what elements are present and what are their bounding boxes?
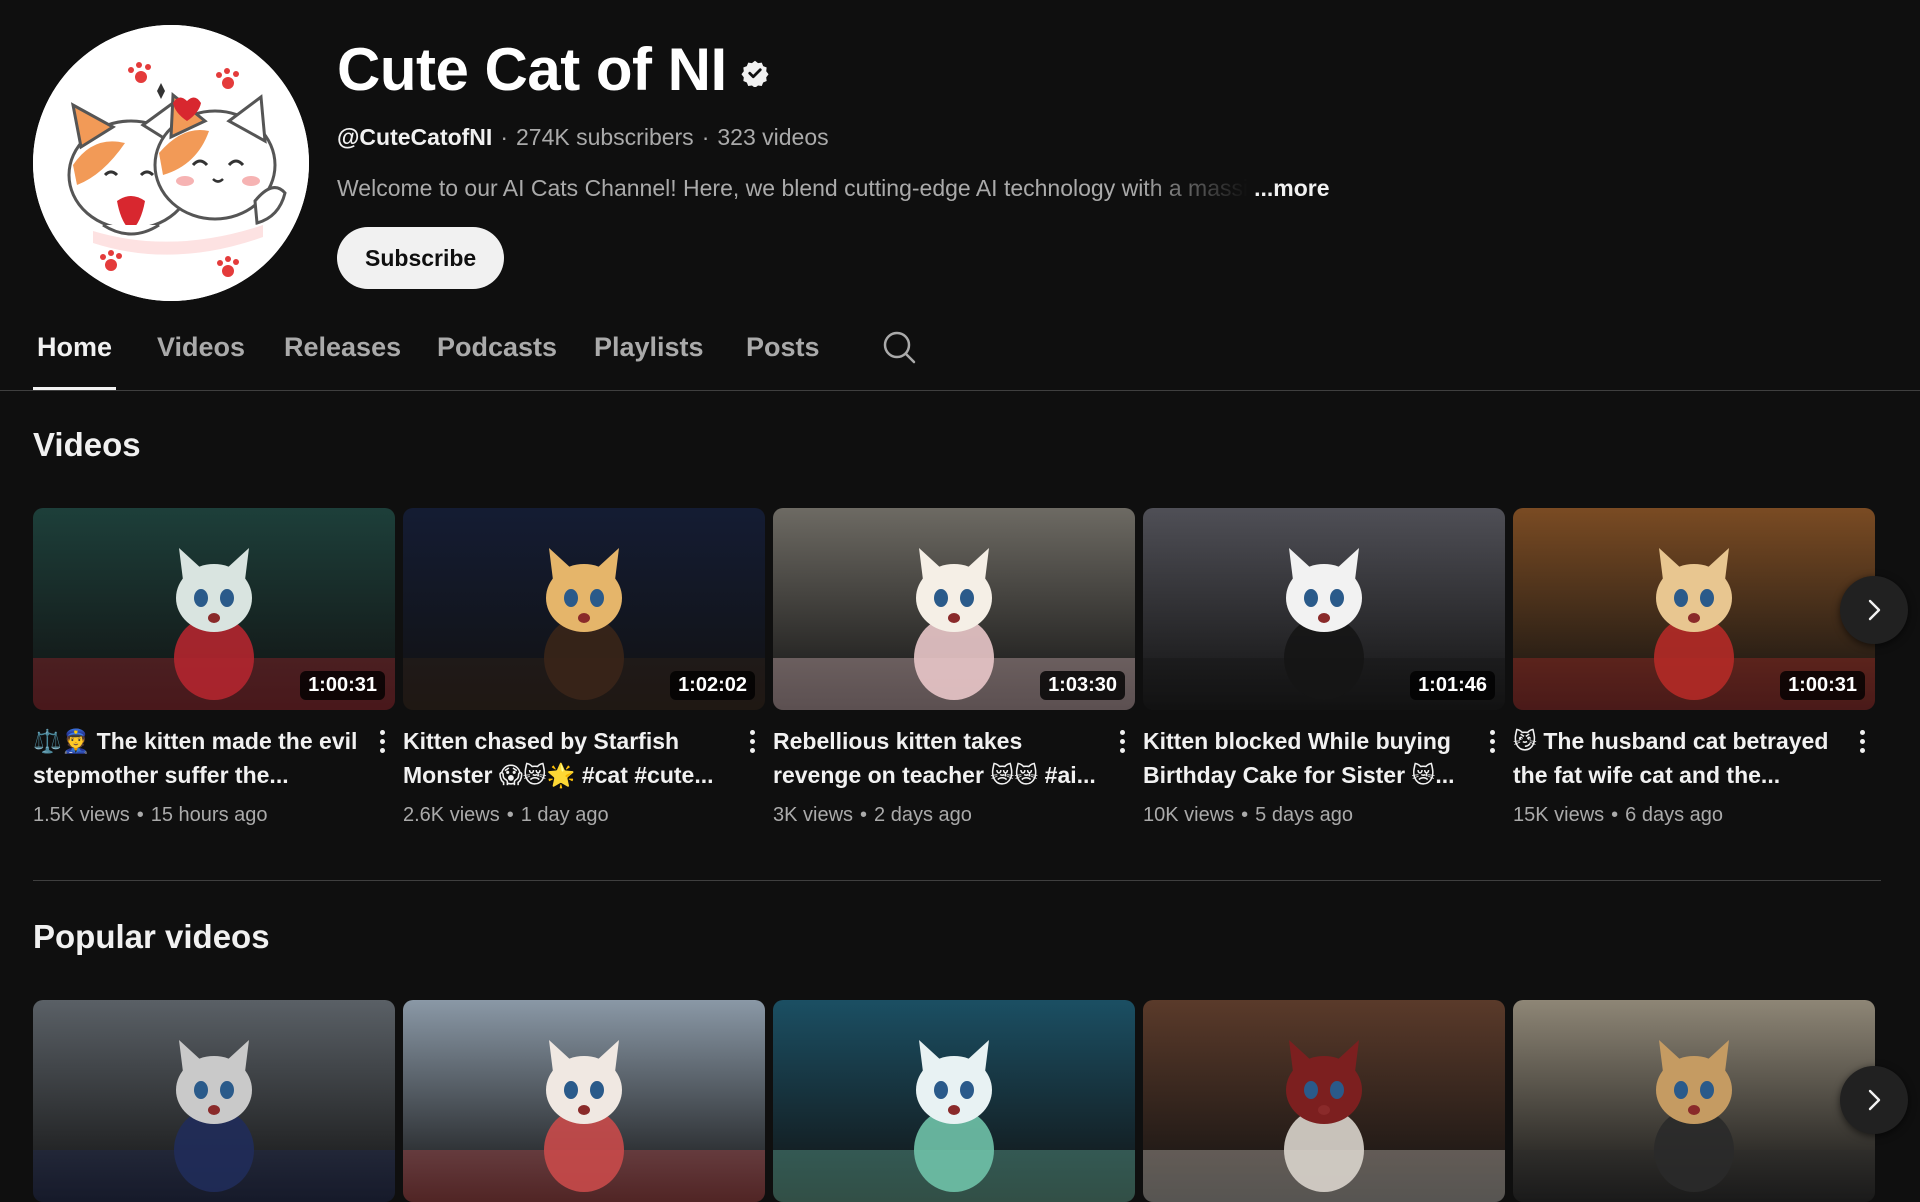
video-card[interactable]: 1:03:30 Rebellious kitten takes revenge … [773, 508, 1135, 832]
channel-avatar[interactable] [33, 25, 309, 301]
description-text: Welcome to our AI Cats Channel! Here, we… [337, 174, 1249, 201]
tab-posts[interactable]: Posts [746, 332, 820, 390]
thumbnail-image [1143, 1000, 1505, 1202]
video-thumbnail[interactable]: 1:01:46 [1143, 508, 1505, 710]
video-details: Rebellious kitten takes revenge on teach… [773, 724, 1135, 832]
meta-dot: • [860, 804, 868, 826]
video-thumbnail[interactable] [33, 1000, 395, 1202]
meta-dot: • [1241, 804, 1249, 826]
shelf-next-button[interactable] [1840, 1066, 1908, 1134]
more-link[interactable]: ...more [1254, 175, 1329, 202]
video-details: Kitten blocked While buying Birthday Cak… [1143, 724, 1505, 832]
video-details: 😼 The husband cat betrayed the fat wife … [1513, 724, 1875, 832]
view-count: 15K views [1513, 804, 1605, 826]
video-duration: 1:00:31 [300, 671, 385, 700]
video-title[interactable]: Rebellious kitten takes revenge on teach… [773, 724, 1099, 792]
video-details: Kitten chased by Starfish Monster 😱😿🌟 #c… [403, 724, 765, 832]
video-title[interactable]: Kitten blocked While buying Birthday Cak… [1143, 724, 1469, 792]
chevron-right-icon [1868, 599, 1881, 621]
upload-age: 5 days ago [1255, 804, 1354, 826]
popular-section-title[interactable]: Popular videos [33, 918, 270, 956]
more-actions-icon[interactable] [369, 724, 395, 758]
thumbnail-image [403, 1000, 765, 1202]
more-actions-icon[interactable] [739, 724, 765, 758]
search-icon[interactable] [881, 329, 917, 365]
chevron-right-icon [1868, 1089, 1881, 1111]
subscribe-button[interactable]: Subscribe [337, 227, 505, 289]
video-card[interactable] [773, 1000, 1135, 1202]
thumbnail-image [1513, 1000, 1875, 1202]
video-thumbnail[interactable]: 1:00:31 [33, 508, 395, 710]
video-title[interactable]: Kitten chased by Starfish Monster 😱😿🌟 #c… [403, 724, 729, 792]
channel-description[interactable]: Welcome to our AI Cats Channel! Here, we… [337, 171, 1837, 205]
videos-section-title[interactable]: Videos [33, 426, 141, 464]
more-actions-icon[interactable] [1849, 724, 1875, 758]
video-card[interactable] [33, 1000, 395, 1202]
video-card[interactable] [1513, 1000, 1875, 1202]
video-duration: 1:00:31 [1780, 671, 1865, 700]
section-divider [33, 880, 1881, 881]
view-count: 10K views [1143, 804, 1235, 826]
meta-dot: • [136, 804, 144, 826]
thumbnail-image [33, 1000, 395, 1202]
video-thumbnail[interactable] [403, 1000, 765, 1202]
video-title[interactable]: ⚖️👮 The kitten made the evil stepmother … [33, 724, 359, 792]
more-actions-icon[interactable] [1109, 724, 1135, 758]
video-thumbnail[interactable]: 1:00:31 [1513, 508, 1875, 710]
channel-title-row: Cute Cat of NI [337, 32, 1837, 106]
tab-home[interactable]: Home [32, 332, 117, 390]
video-meta: 2.6K views • 1 day ago [403, 804, 729, 832]
view-count: 2.6K views [403, 804, 500, 826]
verified-badge-icon [741, 59, 769, 87]
upload-age: 1 day ago [520, 804, 609, 826]
video-card[interactable]: 1:00:31 😼 The husband cat betrayed the f… [1513, 508, 1875, 832]
video-thumbnail[interactable] [1143, 1000, 1505, 1202]
video-meta: 15K views • 6 days ago [1513, 804, 1839, 832]
view-count: 1.5K views [33, 804, 130, 826]
channel-meta: @CuteCatofNI · 274K subscribers · 323 vi… [337, 120, 1837, 154]
video-card[interactable]: 1:01:46 Kitten blocked While buying Birt… [1143, 508, 1505, 832]
video-thumbnail[interactable]: 1:03:30 [773, 508, 1135, 710]
video-thumbnail[interactable] [773, 1000, 1135, 1202]
video-card[interactable] [1143, 1000, 1505, 1202]
channel-info: Cute Cat of NI @CuteCatofNI · 274K subsc… [337, 32, 1837, 289]
video-title[interactable]: 😼 The husband cat betrayed the fat wife … [1513, 724, 1839, 792]
video-count: 323 videos [717, 123, 829, 150]
video-card[interactable]: 1:00:31 ⚖️👮 The kitten made the evil ste… [33, 508, 395, 832]
tab-playlists[interactable]: Playlists [594, 332, 704, 390]
video-card[interactable] [403, 1000, 765, 1202]
view-count: 3K views [773, 804, 854, 826]
video-duration: 1:03:30 [1040, 671, 1125, 700]
video-details: ⚖️👮 The kitten made the evil stepmother … [33, 724, 395, 832]
video-card[interactable]: 1:02:02 Kitten chased by Starfish Monste… [403, 508, 765, 832]
channel-handle[interactable]: @CuteCatofNI [337, 124, 492, 151]
tab-releases[interactable]: Releases [284, 332, 401, 390]
tab-podcasts[interactable]: Podcasts [437, 332, 557, 390]
meta-separator: · [701, 123, 710, 150]
video-meta: 3K views • 2 days ago [773, 804, 1099, 832]
tab-videos[interactable]: Videos [157, 332, 245, 390]
channel-name: Cute Cat of NI [337, 35, 727, 103]
more-actions-icon[interactable] [1479, 724, 1505, 758]
upload-age: 2 days ago [874, 804, 972, 826]
channel-header: Cute Cat of NI @CuteCatofNI · 274K subsc… [0, 0, 1920, 310]
channel-tabs: Home Videos Releases Podcasts Playlists … [0, 315, 1920, 391]
upload-age: 15 hours ago [150, 804, 268, 826]
video-duration: 1:01:46 [1410, 671, 1495, 700]
video-thumbnail[interactable]: 1:02:02 [403, 508, 765, 710]
meta-dot: • [1611, 804, 1619, 826]
video-thumbnail[interactable] [1513, 1000, 1875, 1202]
video-meta: 10K views • 5 days ago [1143, 804, 1469, 832]
meta-separator: · [500, 123, 508, 150]
meta-dot: • [506, 804, 514, 826]
video-duration: 1:02:02 [670, 671, 755, 700]
thumbnail-image [773, 1000, 1135, 1202]
subscriber-count: 274K subscribers [515, 123, 694, 150]
video-meta: 1.5K views • 15 hours ago [33, 804, 359, 832]
shelf-next-button[interactable] [1840, 576, 1908, 644]
avatar-cat-illustration [33, 25, 309, 301]
upload-age: 6 days ago [1625, 804, 1724, 826]
